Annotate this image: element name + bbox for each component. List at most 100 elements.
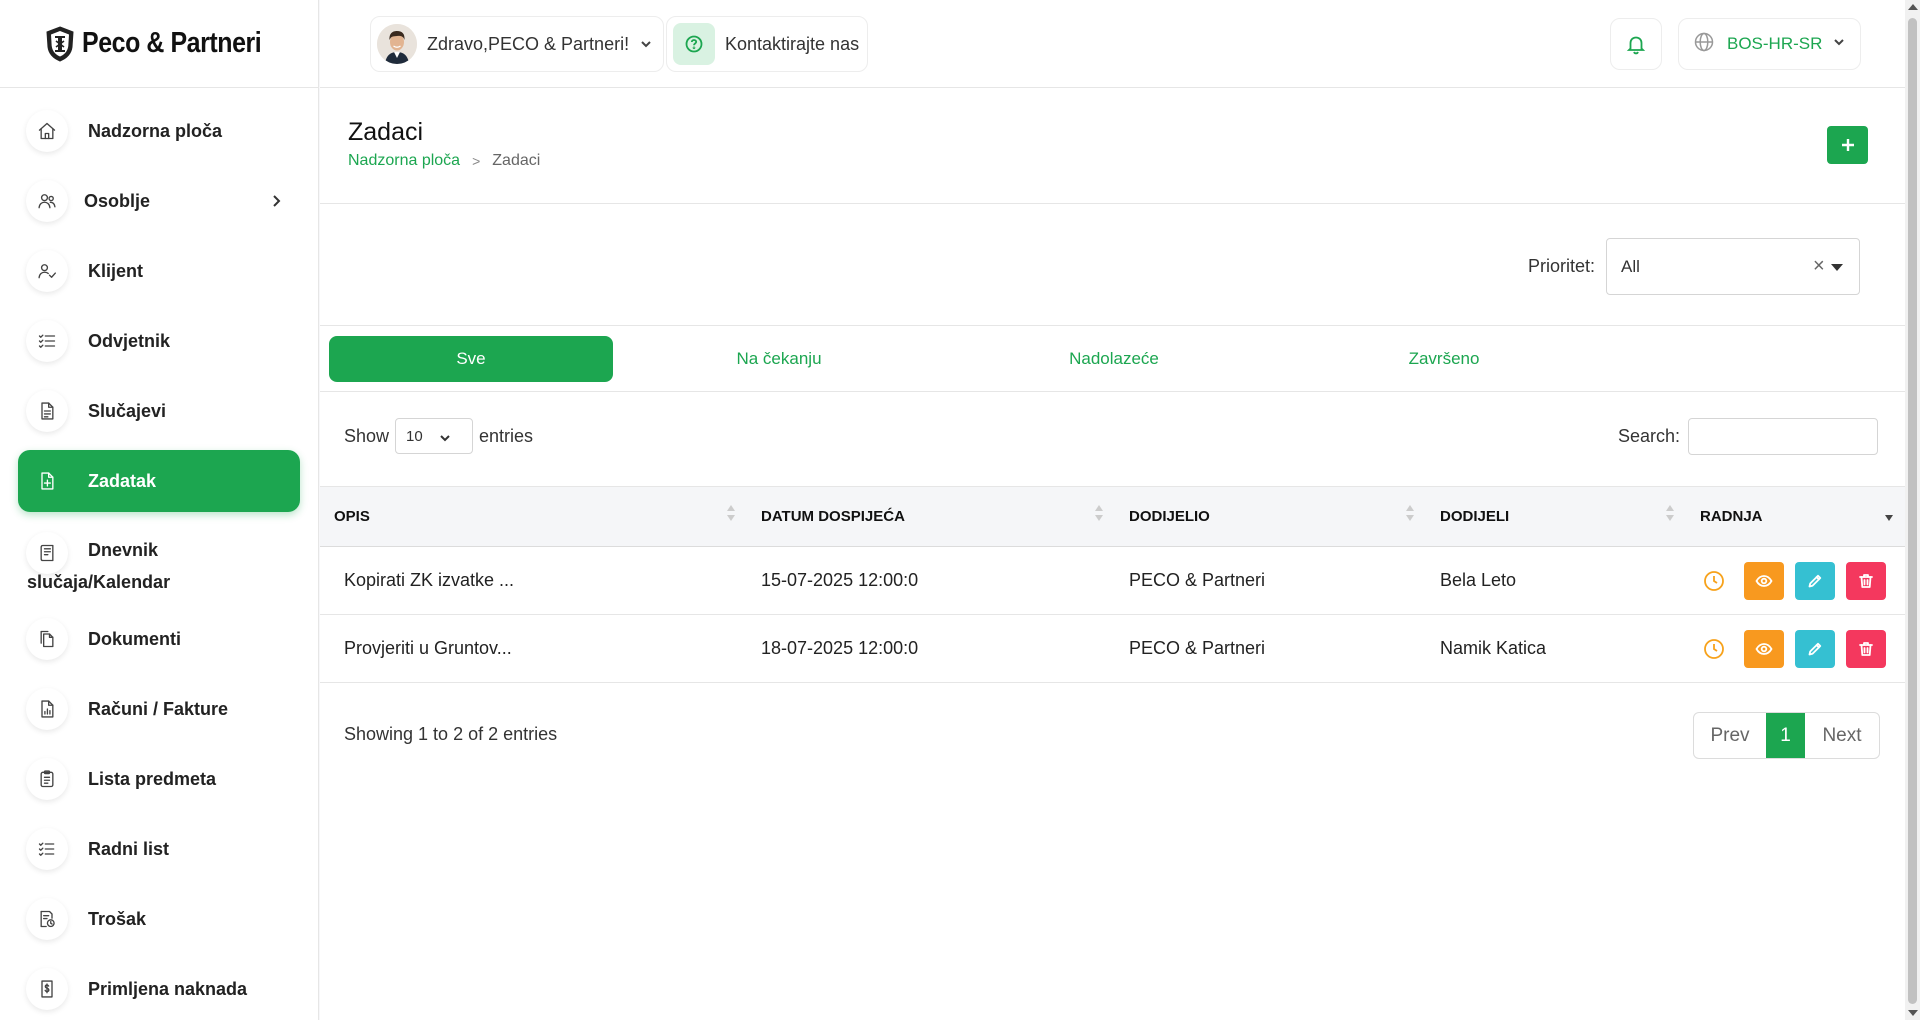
sidebar-item-klijent[interactable]: Klijent	[18, 240, 300, 302]
eye-icon	[1755, 642, 1773, 655]
clock-icon[interactable]	[1702, 569, 1726, 593]
tab-nadolazece[interactable]: Nadolazeće	[972, 336, 1256, 382]
clear-selection-icon[interactable]: ×	[1813, 255, 1825, 278]
table-info: Showing 1 to 2 of 2 entries	[344, 724, 558, 744]
users-icon	[26, 180, 68, 222]
tab-na-cekanju[interactable]: Na čekanju	[638, 336, 920, 382]
cell-opis: Provjeriti u Gruntov...	[344, 638, 512, 658]
column-header-dodijelio[interactable]: DODIJELIO	[1115, 487, 1426, 547]
column-header-dodijeli[interactable]: DODIJELI	[1426, 487, 1686, 547]
column-header-datum[interactable]: DATUM DOSPIJEĆA	[747, 487, 1115, 547]
clipboard-icon	[26, 758, 68, 800]
table-row: Provjeriti u Gruntov... 18-07-2025 12:00…	[320, 615, 1905, 683]
tab-sve[interactable]: Sve	[329, 336, 613, 382]
sidebar-item-label: Trošak	[88, 908, 147, 929]
page-length-select[interactable]: 10	[395, 418, 474, 454]
pencil-icon	[1808, 642, 1822, 655]
sidebar-item-zadatak[interactable]: Zadatak	[18, 450, 300, 512]
cell-radnja	[1686, 615, 1905, 683]
task-status-tabs: Sve Na čekanju Nadolazeće Završeno	[320, 326, 1905, 392]
delete-button[interactable]	[1846, 561, 1886, 600]
scrollbar-thumb[interactable]	[1908, 18, 1917, 1004]
notifications-button[interactable]	[1610, 18, 1662, 70]
user-check-icon	[26, 250, 68, 292]
sidebar-item-slucajevi[interactable]: Slučajevi	[18, 380, 300, 442]
globe-icon	[1693, 31, 1715, 58]
copy-icon	[26, 618, 68, 660]
contact-button[interactable]: Kontaktirajte nas	[666, 16, 869, 72]
edit-button[interactable]	[1795, 629, 1835, 668]
view-button[interactable]	[1744, 561, 1784, 600]
home-icon	[26, 110, 68, 152]
logo[interactable]: Peco & Partneri	[0, 0, 318, 88]
logo-shield-icon	[46, 25, 74, 62]
sort-desc-icon	[1885, 505, 1893, 527]
sort-icon	[1666, 505, 1674, 527]
breadcrumb-current: Zadaci	[492, 152, 541, 169]
page-1-button[interactable]: 1	[1766, 713, 1805, 758]
sort-icon	[1095, 505, 1103, 527]
next-page-button[interactable]: Next	[1805, 713, 1879, 758]
sidebar-item-racuni[interactable]: Računi / Fakture	[18, 678, 300, 740]
chevron-down-icon	[1832, 35, 1846, 54]
scroll-up-arrow-icon[interactable]	[1908, 4, 1918, 10]
contact-label: Kontaktirajte nas	[725, 33, 860, 54]
chevron-down-icon	[440, 435, 450, 442]
page-header: Zadaci Nadzorna ploča > Zadaci	[320, 88, 1905, 204]
caret-down-icon	[1831, 264, 1843, 271]
delete-button[interactable]	[1846, 629, 1886, 668]
prev-page-button[interactable]: Prev	[1694, 713, 1766, 758]
chevron-right-icon	[268, 193, 284, 209]
edit-button[interactable]	[1795, 561, 1835, 600]
sidebar-item-label: Klijent	[88, 260, 144, 281]
sidebar-item-nadzorna-ploca[interactable]: Nadzorna ploča	[18, 100, 300, 162]
language-selector[interactable]: BOS-HR-SR	[1678, 18, 1862, 70]
language-label: BOS-HR-SR	[1727, 34, 1823, 53]
expense-icon	[26, 898, 68, 940]
column-header-radnja[interactable]: RADNJA	[1686, 487, 1905, 547]
page-scrollbar[interactable]	[1905, 0, 1920, 1020]
column-label: RADNJA	[1700, 508, 1763, 525]
add-task-button[interactable]	[1827, 126, 1868, 164]
cell-datum: 18-07-2025 12:00:0	[761, 638, 919, 658]
tab-zavrseno[interactable]: Završeno	[1302, 336, 1586, 382]
priority-label: Prioritet:	[1528, 256, 1596, 276]
sidebar: Peco & Partneri Nadzorna ploča Osoblje K…	[0, 0, 319, 1020]
sidebar-item-label-line2: slučaja/Kalendar	[27, 572, 171, 592]
sidebar-item-label: Zadatak	[88, 470, 157, 491]
sidebar-item-dnevnik[interactable]: Dnevnik slučaja/Kalendar	[18, 520, 300, 600]
eye-icon	[1755, 574, 1773, 587]
priority-select[interactable]: All ×	[1606, 238, 1860, 295]
invoice-icon	[26, 688, 68, 730]
table-row: Kopirati ZK izvatke ... 15-07-2025 12:00…	[320, 547, 1905, 615]
column-label: DODIJELI	[1440, 508, 1510, 525]
question-icon	[673, 23, 715, 65]
column-header-opis[interactable]: OPIS	[320, 487, 747, 547]
column-label: DATUM DOSPIJEĆA	[761, 508, 905, 525]
user-menu[interactable]: Zdravo,PECO & Partneri!	[370, 16, 665, 72]
sidebar-item-odvjetnik[interactable]: Odvjetnik	[18, 310, 300, 372]
sidebar-item-dokumenti[interactable]: Dokumenti	[18, 608, 300, 670]
bell-icon	[1626, 36, 1646, 55]
sidebar-item-osoblje[interactable]: Osoblje	[18, 170, 300, 232]
sidebar-item-label: Dokumenti	[88, 628, 182, 649]
view-button[interactable]	[1744, 629, 1784, 668]
search-input[interactable]	[1688, 418, 1879, 455]
clock-icon[interactable]	[1702, 637, 1726, 661]
cell-dodijeli: Namik Katica	[1440, 638, 1547, 658]
tasks-table-panel: Show 10 entries Search: OPIS DATUM DOSPI…	[320, 392, 1905, 1020]
pencil-icon	[1808, 574, 1822, 587]
sidebar-item-lista-predmeta[interactable]: Lista predmeta	[18, 748, 300, 810]
scroll-down-arrow-icon[interactable]	[1908, 1010, 1918, 1016]
trash-icon	[1859, 573, 1873, 588]
sidebar-item-radni-list[interactable]: Radni list	[18, 818, 300, 880]
filter-bar: Prioritet: All ×	[320, 204, 1905, 326]
greeting-text: Zdravo,PECO & Partneri!	[427, 33, 630, 54]
breadcrumb-home-link[interactable]: Nadzorna ploča	[348, 152, 460, 170]
sidebar-item-primljena-naknada[interactable]: Primljena naknada	[18, 958, 300, 1020]
sidebar-nav: Nadzorna ploča Osoblje Klijent Odvjetnik…	[0, 88, 318, 1020]
entries-label: entries	[479, 425, 534, 446]
top-header: Zdravo,PECO & Partneri! Kontaktirajte na…	[320, 0, 1905, 88]
sidebar-item-trosak[interactable]: Trošak	[18, 888, 300, 950]
plus-icon	[1841, 139, 1854, 151]
